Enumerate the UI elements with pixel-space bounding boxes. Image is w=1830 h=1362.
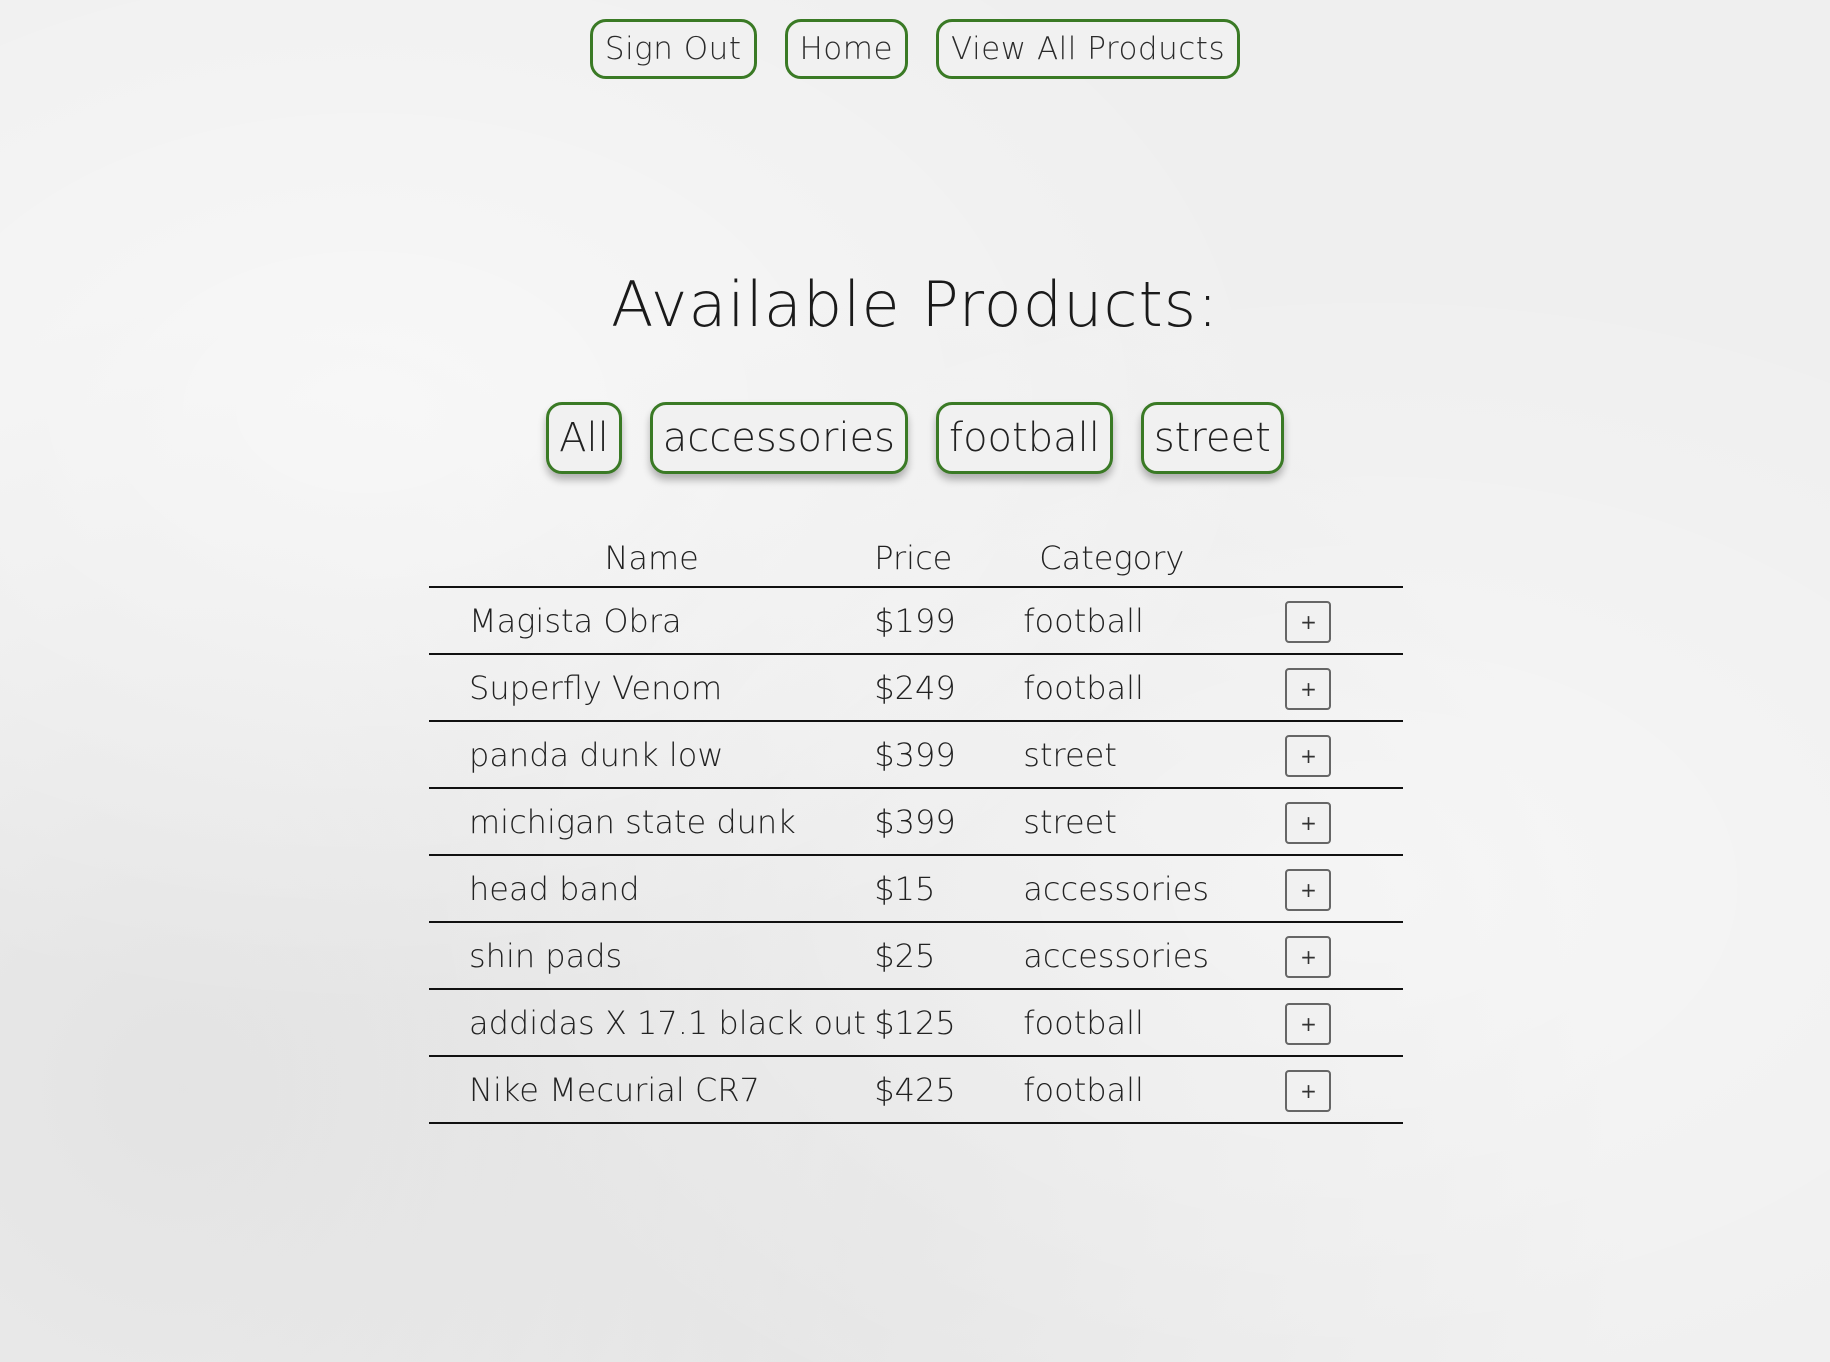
product-name: Magista Obra	[429, 587, 875, 655]
product-price: $399	[874, 788, 1024, 856]
product-price: $249	[874, 654, 1024, 722]
table-row: panda dunk low $399 street +	[429, 721, 1403, 789]
product-category: football	[1023, 654, 1284, 722]
action-cell: +	[1283, 855, 1403, 923]
sign-out-button[interactable]: Sign Out	[589, 19, 757, 79]
product-category: street	[1023, 788, 1284, 856]
category-filters: All accessories football street	[0, 402, 1830, 474]
table-row: head band $15 accessories +	[429, 855, 1403, 923]
filter-street-button[interactable]: street	[1140, 402, 1284, 474]
action-cell: +	[1283, 587, 1403, 655]
product-category: football	[1023, 587, 1284, 655]
product-name: Nike Mecurial CR7	[429, 1056, 875, 1124]
name-column-header: Name	[429, 530, 875, 588]
product-name: michigan state dunk	[429, 788, 875, 856]
product-category: accessories	[1023, 922, 1284, 990]
table-row: Magista Obra $199 football +	[429, 587, 1403, 655]
product-category: football	[1023, 989, 1284, 1057]
table-row: Superfly Venom $249 football +	[429, 654, 1403, 722]
action-cell: +	[1283, 989, 1403, 1057]
action-cell: +	[1283, 788, 1403, 856]
action-column-header	[1283, 530, 1403, 588]
add-to-cart-button[interactable]: +	[1285, 1002, 1332, 1045]
price-column-header: Price	[874, 530, 1024, 588]
action-cell: +	[1283, 922, 1403, 990]
add-to-cart-button[interactable]: +	[1285, 600, 1332, 643]
add-to-cart-button[interactable]: +	[1285, 667, 1332, 710]
products-table: Name Price Category Magista Obra $199 fo…	[429, 530, 1403, 1124]
product-price: $25	[874, 922, 1024, 990]
product-price: $399	[874, 721, 1024, 789]
top-nav: Sign Out Home View All Products	[0, 19, 1830, 79]
add-to-cart-button[interactable]: +	[1285, 734, 1332, 777]
product-name: panda dunk low	[429, 721, 875, 789]
page-title: Available Products:	[611, 268, 1219, 341]
add-to-cart-button[interactable]: +	[1285, 801, 1332, 844]
action-cell: +	[1283, 654, 1403, 722]
home-button[interactable]: Home	[784, 19, 909, 79]
product-name: Superfly Venom	[429, 654, 875, 722]
product-category: street	[1023, 721, 1284, 789]
action-cell: +	[1283, 1056, 1403, 1124]
product-price: $15	[874, 855, 1024, 923]
product-name: addidas X 17.1 black out	[429, 989, 875, 1057]
action-cell: +	[1283, 721, 1403, 789]
view-all-products-button[interactable]: View All Products	[936, 19, 1241, 79]
filter-football-button[interactable]: football	[936, 402, 1113, 474]
table-row: michigan state dunk $399 street +	[429, 788, 1403, 856]
product-category: accessories	[1023, 855, 1284, 923]
add-to-cart-button[interactable]: +	[1285, 1069, 1332, 1112]
table-row: shin pads $25 accessories +	[429, 922, 1403, 990]
table-header-row: Name Price Category	[429, 530, 1403, 588]
product-price: $125	[874, 989, 1024, 1057]
product-name: shin pads	[429, 922, 875, 990]
filter-accessories-button[interactable]: accessories	[649, 402, 908, 474]
table-row: Nike Mecurial CR7 $425 football +	[429, 1056, 1403, 1124]
filter-all-button[interactable]: All	[546, 402, 622, 474]
add-to-cart-button[interactable]: +	[1285, 868, 1332, 911]
add-to-cart-button[interactable]: +	[1285, 935, 1332, 978]
product-name: head band	[429, 855, 875, 923]
product-price: $199	[874, 587, 1024, 655]
category-column-header: Category	[1023, 530, 1284, 588]
product-price: $425	[874, 1056, 1024, 1124]
table-row: addidas X 17.1 black out $125 football +	[429, 989, 1403, 1057]
product-category: football	[1023, 1056, 1284, 1124]
